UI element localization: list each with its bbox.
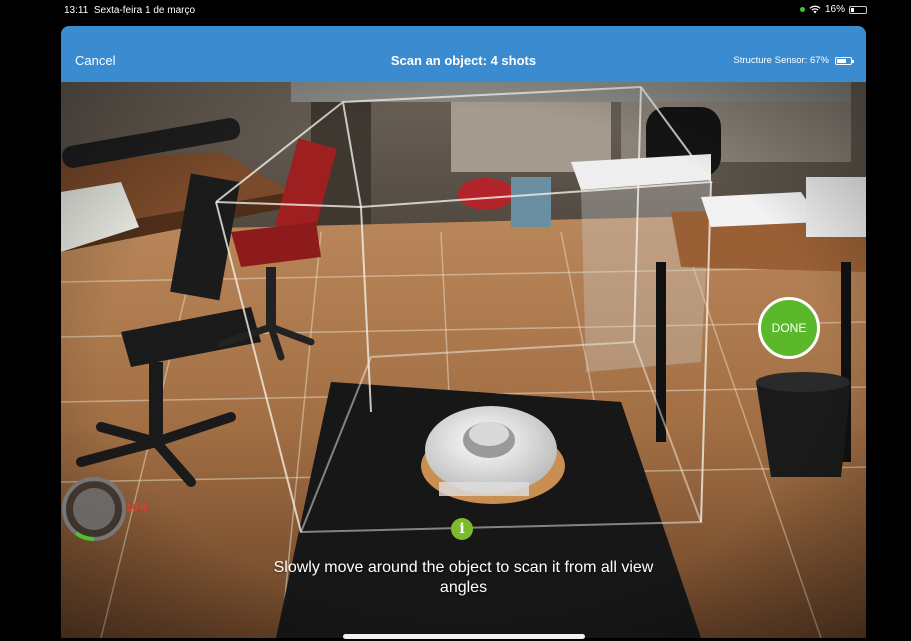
scan-instruction: Slowly move around the object to scan it…	[273, 559, 654, 596]
sensor-status-label: Structure Sensor: 67%	[733, 55, 829, 66]
status-indicators: 16%	[799, 4, 867, 15]
battery-percent: 16%	[824, 4, 845, 15]
scan-progress-label: 10%	[125, 502, 149, 514]
status-date: Sexta-feira 1 de março	[93, 5, 196, 16]
sensor-status: Structure Sensor: 67%	[733, 55, 854, 66]
sensor-battery-icon	[835, 56, 854, 65]
camera-view[interactable]: DONE 10% i Slowly move around the object…	[61, 82, 866, 638]
done-button[interactable]: DONE	[758, 297, 820, 359]
camera-feed-image	[61, 82, 866, 638]
scanner-app: Cancel Scan an object: 4 shots Structure…	[61, 26, 866, 638]
status-time: 13:11	[64, 5, 89, 16]
navigation-bar: Cancel Scan an object: 4 shots Structure…	[61, 26, 866, 82]
info-icon[interactable]: i	[451, 518, 473, 540]
wifi-icon	[809, 5, 821, 14]
battery-icon	[849, 5, 867, 14]
camera-active-dot-icon	[799, 7, 805, 12]
status-time-date: 13:11 Sexta-feira 1 de março	[64, 5, 195, 16]
status-bar: 13:11 Sexta-feira 1 de março 16%	[0, 0, 911, 22]
home-indicator[interactable]	[343, 634, 585, 639]
